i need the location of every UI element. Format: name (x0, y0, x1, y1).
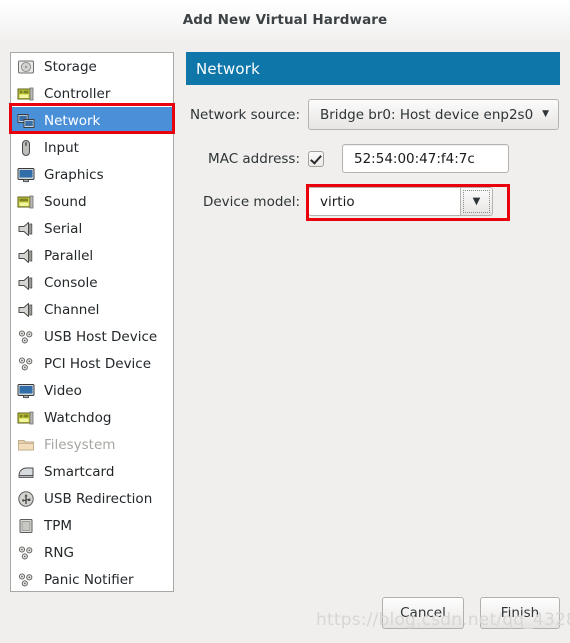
window-titlebar: Add New Virtual Hardware (0, 0, 570, 40)
folder-icon (17, 436, 35, 454)
panel-header: Network (186, 52, 560, 85)
serial-port-icon (17, 301, 35, 319)
device-model-dropdown-button[interactable]: ▼ (460, 187, 493, 216)
serial-port-icon (17, 247, 35, 265)
sidebar-item-label: Controller (44, 85, 111, 102)
sidebar-item-usb-redirection[interactable]: USB Redirection (11, 485, 173, 512)
finish-button[interactable]: Finish (480, 597, 560, 629)
mouse-icon (17, 139, 35, 157)
chip-cluster-icon (17, 355, 35, 373)
sidebar-item-controller[interactable]: Controller (11, 80, 173, 107)
sidebar-item-label: Sound (44, 193, 87, 210)
device-model-value: virtio (320, 193, 355, 210)
device-model-input[interactable]: virtio (308, 187, 460, 216)
sidebar-item-sound[interactable]: Sound (11, 188, 173, 215)
sidebar-item-graphics[interactable]: Graphics (11, 161, 173, 188)
controller-card-icon (17, 409, 35, 427)
sidebar-item-parallel[interactable]: Parallel (11, 242, 173, 269)
sidebar-item-label: Serial (44, 220, 83, 237)
sidebar-item-label: RNG (44, 544, 74, 561)
usb-icon (17, 490, 35, 508)
sidebar-item-label: Filesystem (44, 436, 116, 453)
sidebar-item-video[interactable]: Video (11, 377, 173, 404)
panel-title: Network (196, 59, 261, 78)
chip-cluster-icon (17, 328, 35, 346)
sidebar-item-console[interactable]: Console (11, 269, 173, 296)
monitor-icon (17, 382, 35, 400)
mac-address-input[interactable]: 52:54:00:47:f4:7c (342, 144, 509, 173)
network-source-value: Bridge br0: Host device enp2s0 (320, 106, 534, 123)
sidebar-item-serial[interactable]: Serial (11, 215, 173, 242)
sidebar-item-label: Network (44, 112, 101, 129)
smartcard-icon (17, 463, 35, 481)
sidebar-item-label: Storage (44, 58, 97, 75)
sidebar-item-rng[interactable]: RNG (11, 539, 173, 566)
storage-icon (17, 58, 35, 76)
sidebar-item-label: TPM (44, 517, 73, 534)
sidebar-item-tpm[interactable]: TPM (11, 512, 173, 539)
mac-address-label: MAC address: (208, 150, 300, 167)
mac-address-value: 52:54:00:47:f4:7c (354, 150, 475, 167)
sidebar-item-label: Panic Notifier (44, 571, 134, 588)
sidebar-item-label: USB Redirection (44, 490, 153, 507)
sidebar-item-storage[interactable]: Storage (11, 53, 173, 80)
network-source-dropdown[interactable]: Bridge br0: Host device enp2s0 ▼ (308, 99, 560, 130)
sidebar-item-usb-host-device[interactable]: USB Host Device (11, 323, 173, 350)
sidebar-item-input[interactable]: Input (11, 134, 173, 161)
network-icon (17, 112, 35, 130)
controller-card-icon (17, 85, 35, 103)
sidebar-item-watchdog[interactable]: Watchdog (11, 404, 173, 431)
finish-button-label: Finish (500, 605, 540, 621)
sidebar-item-label: Input (44, 139, 79, 156)
network-source-label: Network source: (189, 106, 300, 123)
tpm-chip-icon (17, 517, 35, 535)
sidebar-item-label: Parallel (44, 247, 94, 264)
sidebar-item-label: Graphics (44, 166, 104, 183)
sidebar-item-label: Smartcard (44, 463, 115, 480)
chevron-down-icon: ▼ (472, 195, 481, 207)
chip-cluster-icon (17, 544, 35, 562)
cancel-button[interactable]: Cancel (382, 597, 464, 629)
cancel-button-label: Cancel (400, 605, 446, 621)
serial-port-icon (17, 274, 35, 292)
sidebar-item-label: Watchdog (44, 409, 112, 426)
sound-card-icon (17, 193, 35, 211)
sidebar-item-panic-notifier[interactable]: Panic Notifier (11, 566, 173, 591)
window-title: Add New Virtual Hardware (182, 12, 388, 28)
network-source-row: Network source: Bridge br0: Host device … (186, 99, 560, 130)
mac-address-checkbox[interactable] (308, 150, 324, 167)
mac-address-row: MAC address: 52:54:00:47:f4:7c (186, 144, 509, 173)
sidebar-item-filesystem: Filesystem (11, 431, 173, 458)
chevron-down-icon: ▼ (542, 109, 550, 119)
sidebar-item-channel[interactable]: Channel (11, 296, 173, 323)
hardware-category-list[interactable]: Storage Controller Network Input Graphics Sou… (10, 52, 174, 592)
device-model-row: Device model: virtio ▼ (186, 187, 493, 216)
monitor-icon (17, 166, 35, 184)
device-model-label: Device model: (202, 193, 300, 210)
sidebar-item-smartcard[interactable]: Smartcard (11, 458, 173, 485)
sidebar-item-label: USB Host Device (44, 328, 158, 345)
sidebar-item-network[interactable]: Network (11, 107, 173, 134)
device-model-combobox[interactable]: virtio ▼ (308, 187, 493, 216)
serial-port-icon (17, 220, 35, 238)
chip-cluster-icon (17, 571, 35, 589)
sidebar-item-label: PCI Host Device (44, 355, 152, 372)
sidebar-item-label: Channel (44, 301, 100, 318)
sidebar-item-pci-host-device[interactable]: PCI Host Device (11, 350, 173, 377)
sidebar-item-label: Video (44, 382, 82, 399)
sidebar-item-label: Console (44, 274, 98, 291)
